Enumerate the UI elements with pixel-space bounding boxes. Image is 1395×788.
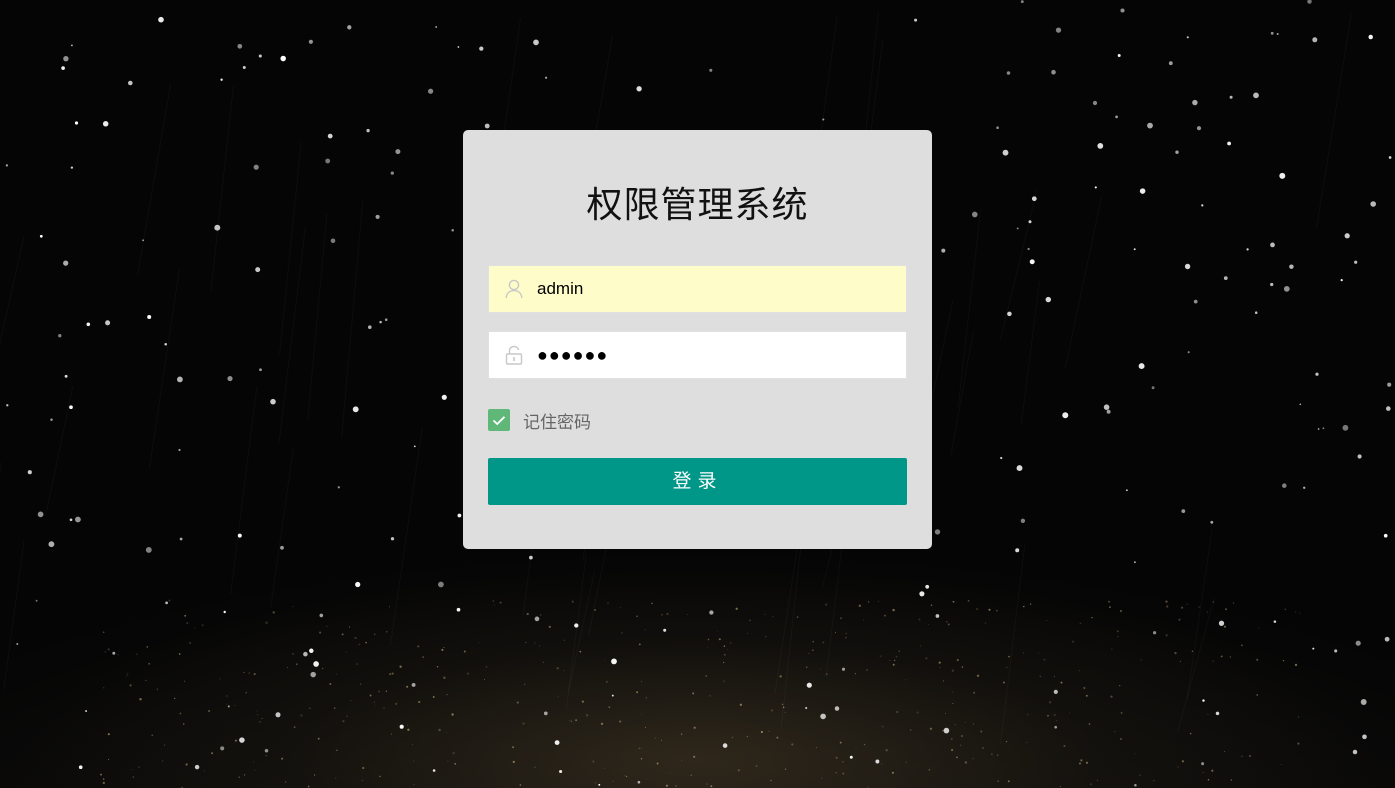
login-button[interactable]: 登录	[488, 458, 907, 505]
remember-checkbox[interactable]	[488, 409, 510, 431]
username-field[interactable]: admin	[488, 265, 907, 313]
username-value: admin	[537, 279, 584, 298]
page-title: 权限管理系统	[586, 185, 809, 226]
password-value: ●●●●●●	[537, 344, 609, 365]
password-field[interactable]: ●●●●●●	[488, 331, 907, 379]
user-icon	[504, 279, 524, 299]
remember-label: 记住密码	[523, 412, 591, 433]
remember-password[interactable]: 记住密码	[488, 409, 591, 433]
check-icon	[492, 415, 506, 425]
lock-icon	[504, 345, 524, 365]
